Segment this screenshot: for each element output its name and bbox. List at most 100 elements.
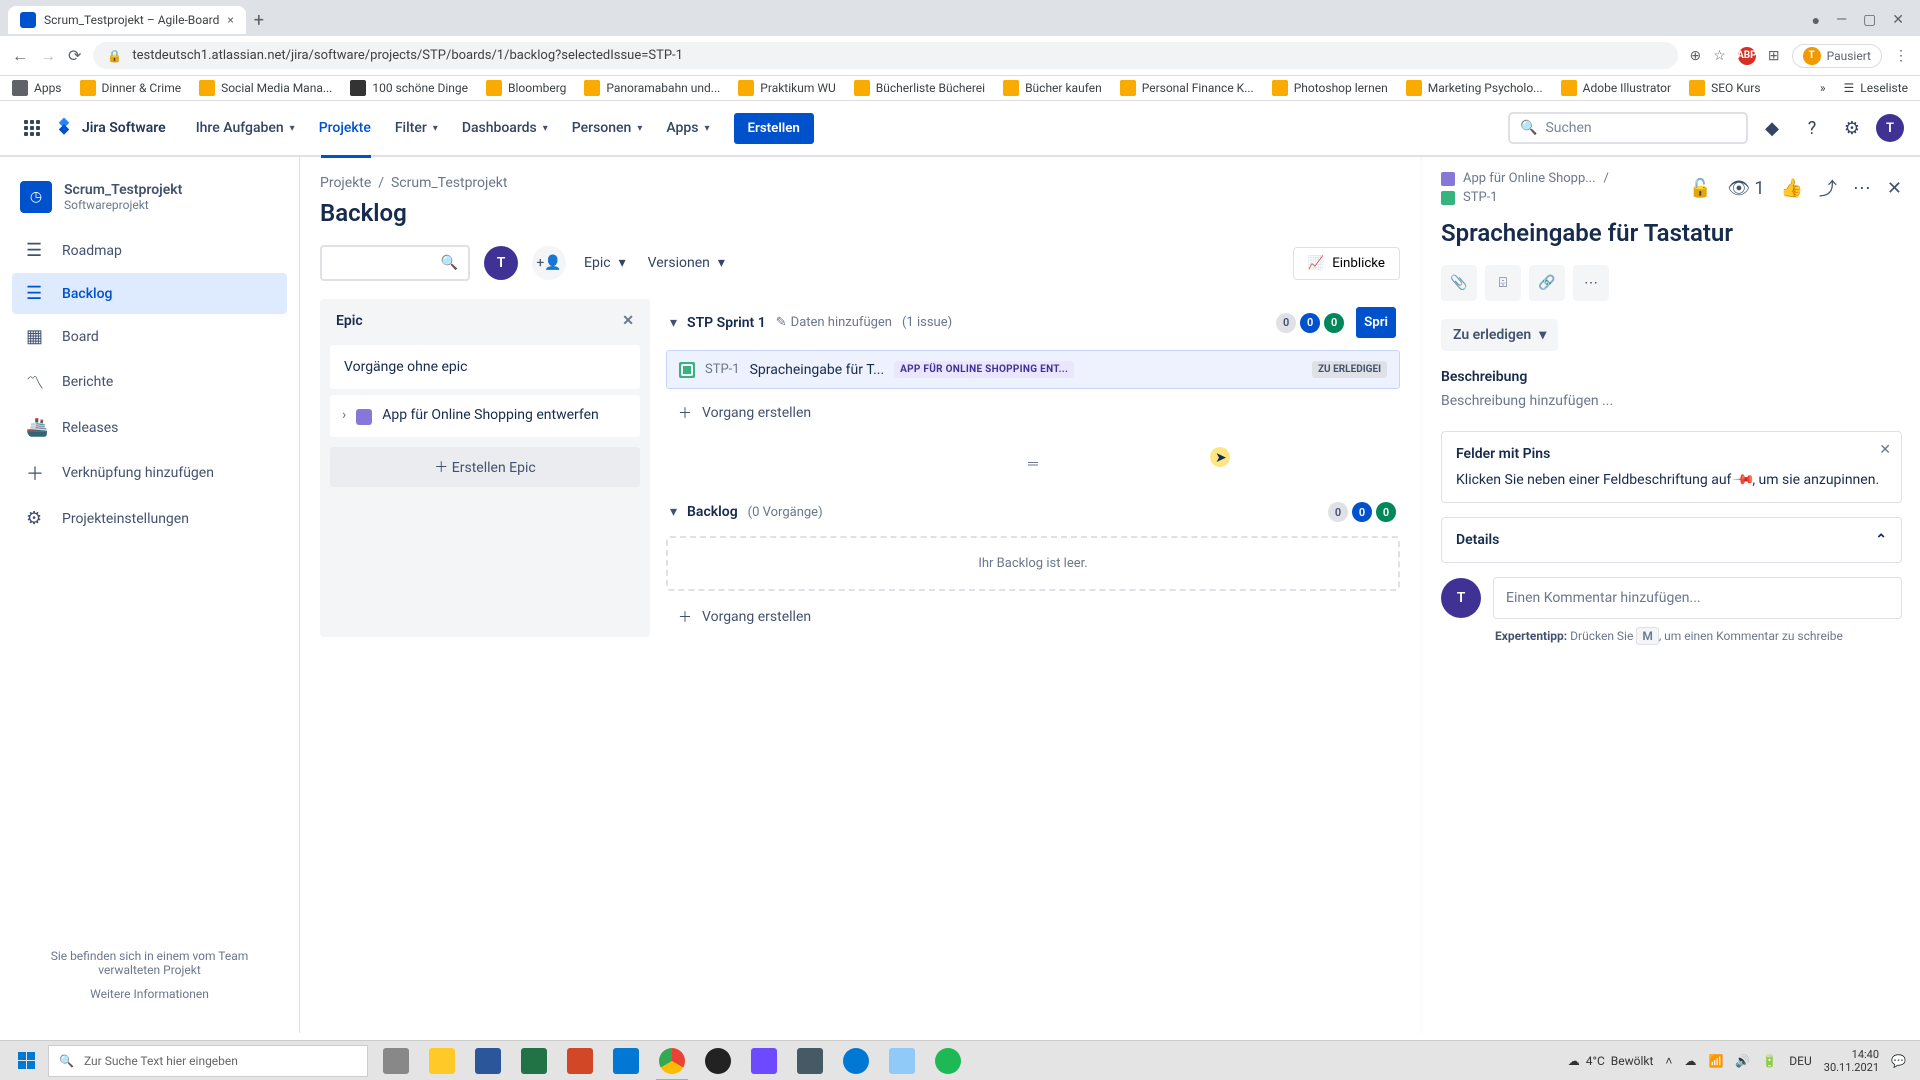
details-accordion[interactable]: Details ⌃: [1441, 517, 1902, 563]
share-icon[interactable]: ⤴: [1819, 175, 1837, 201]
chevron-down-icon[interactable]: ▾: [670, 504, 677, 520]
status-dropdown[interactable]: Zu erledigen▾: [1441, 319, 1558, 351]
tray-onedrive-icon[interactable]: ☁: [1684, 1054, 1696, 1068]
drag-divider-handle[interactable]: ═: [666, 447, 1400, 480]
watch-button[interactable]: 👁1: [1728, 178, 1765, 199]
help-icon[interactable]: ?: [1796, 112, 1828, 144]
tray-wifi-icon[interactable]: 📶: [1708, 1054, 1723, 1068]
edge-icon[interactable]: [834, 1041, 878, 1080]
star-icon[interactable]: ☆: [1713, 48, 1726, 64]
obs-icon[interactable]: [696, 1041, 740, 1080]
url-input[interactable]: 🔒 testdeutsch1.atlassian.net/jira/softwa…: [93, 42, 1677, 69]
lock-icon[interactable]: 🔓: [1689, 178, 1711, 199]
tray-battery-icon[interactable]: 🔋: [1762, 1054, 1777, 1068]
chevron-down-icon[interactable]: ▾: [670, 315, 677, 331]
bookmark-item[interactable]: Marketing Psycholo...: [1406, 80, 1543, 96]
description-input[interactable]: Beschreibung hinzufügen ...: [1441, 393, 1902, 409]
bookmark-item[interactable]: Bloomberg: [486, 80, 566, 96]
bookmark-apps[interactable]: Apps: [12, 80, 62, 96]
account-dot-icon[interactable]: ●: [1812, 12, 1820, 29]
assignee-filter-avatar[interactable]: T: [484, 246, 518, 280]
nav-dashboards[interactable]: Dashboards: [452, 112, 558, 144]
powerpoint-icon[interactable]: [558, 1041, 602, 1080]
attach-button[interactable]: 📎: [1441, 265, 1477, 301]
task-view-icon[interactable]: [374, 1041, 418, 1080]
tray-notifications-icon[interactable]: 💬: [1891, 1054, 1906, 1068]
spotify-icon[interactable]: [926, 1041, 970, 1080]
sidebar-item-settings[interactable]: ⚙Projekteinstellungen: [12, 498, 287, 539]
link-issue-button[interactable]: 🔗: [1529, 265, 1565, 301]
project-header[interactable]: ◷ Scrum_Testprojekt Softwareprojekt: [8, 177, 291, 229]
like-icon[interactable]: 👍: [1780, 178, 1802, 199]
excel-icon[interactable]: [512, 1041, 556, 1080]
more-content-button[interactable]: ⋯: [1573, 265, 1609, 301]
notepad-icon[interactable]: [880, 1041, 924, 1080]
bookmark-overflow[interactable]: »: [1820, 81, 1826, 95]
sidebar-item-board[interactable]: ▦Board: [12, 316, 287, 357]
bookmark-item[interactable]: Adobe Illustrator: [1561, 80, 1671, 96]
epic-link-tag[interactable]: APP FÜR ONLINE SHOPPING ENT...: [894, 361, 1074, 378]
back-icon[interactable]: ←: [12, 46, 28, 66]
extension-abp-icon[interactable]: ABP: [1738, 47, 1756, 65]
nav-filters[interactable]: Filter: [385, 112, 448, 144]
bookmark-item[interactable]: Bücherliste Bücherei: [854, 80, 985, 96]
add-dates-button[interactable]: ✎Daten hinzufügen: [776, 315, 892, 330]
profile-avatar[interactable]: T: [1876, 114, 1904, 142]
nav-projects[interactable]: Projekte: [309, 112, 381, 144]
epic-panel-close-icon[interactable]: ✕: [622, 313, 634, 329]
bookmark-item[interactable]: SEO Kurs: [1689, 80, 1760, 96]
nav-apps[interactable]: Apps: [656, 112, 719, 144]
issues-without-epic[interactable]: Vorgänge ohne epic: [330, 345, 640, 389]
versions-filter-dropdown[interactable]: Versionen▾: [644, 249, 729, 277]
start-sprint-button[interactable]: Spri: [1356, 307, 1396, 338]
bookmark-item[interactable]: Photoshop lernen: [1272, 80, 1388, 96]
kebab-menu-icon[interactable]: ⋮: [1894, 48, 1908, 64]
file-explorer-icon[interactable]: [420, 1041, 464, 1080]
create-issue-backlog[interactable]: ＋ Vorgang erstellen: [666, 597, 1400, 637]
bookmark-item[interactable]: Panoramabahn und...: [584, 80, 720, 96]
zoom-icon[interactable]: ⊕: [1690, 48, 1702, 64]
epic-item[interactable]: › App für Online Shopping entwerfen: [330, 395, 640, 437]
forward-icon[interactable]: →: [40, 46, 56, 66]
create-button[interactable]: Erstellen: [734, 113, 814, 144]
breadcrumb-projects[interactable]: Projekte: [320, 175, 371, 191]
sidebar-item-backlog[interactable]: ☰Backlog: [12, 273, 287, 314]
comment-input[interactable]: Einen Kommentar hinzufügen...: [1493, 577, 1902, 619]
tray-clock[interactable]: 14:40 30.11.2021: [1824, 1048, 1879, 1074]
sidebar-item-releases[interactable]: 🚢Releases: [12, 407, 287, 448]
create-epic-button[interactable]: ＋ Erstellen Epic: [330, 447, 640, 487]
extensions-icon[interactable]: ⊞: [1768, 48, 1780, 64]
reload-icon[interactable]: ⟳: [68, 46, 81, 65]
create-issue-sprint[interactable]: ＋ Vorgang erstellen: [666, 393, 1400, 433]
chrome-icon[interactable]: [650, 1041, 694, 1080]
issue-status-tag[interactable]: ZU ERLEDIGEI: [1312, 361, 1387, 378]
maximize-icon[interactable]: ▢: [1863, 12, 1876, 29]
tab-close-icon[interactable]: ×: [227, 13, 233, 27]
add-child-button[interactable]: ⌹: [1485, 265, 1521, 301]
sidebar-item-reports[interactable]: 〽Berichte: [12, 359, 287, 405]
filter-search-input[interactable]: 🔍: [320, 245, 470, 281]
tray-language[interactable]: DEU: [1789, 1054, 1811, 1068]
browser-tab[interactable]: Scrum_Testprojekt – Agile-Board ×: [8, 6, 246, 34]
detail-issue-key[interactable]: STP-1: [1463, 190, 1498, 205]
app-switcher-icon[interactable]: [16, 112, 48, 144]
breadcrumb-project[interactable]: Scrum_Testprojekt: [391, 175, 508, 191]
more-actions-icon[interactable]: ⋯: [1853, 178, 1871, 199]
sidebar-item-roadmap[interactable]: ☰Roadmap: [12, 230, 287, 271]
sidebar-footer-link[interactable]: Weitere Informationen: [20, 987, 279, 1001]
notifications-icon[interactable]: ◆: [1756, 112, 1788, 144]
nav-your-work[interactable]: Ihre Aufgaben: [186, 112, 305, 144]
weather-widget[interactable]: ☁ 4°C Bewölkt: [1568, 1054, 1654, 1068]
issue-title[interactable]: Spracheingabe für Tastatur: [1441, 219, 1902, 247]
nav-people[interactable]: Personen: [562, 112, 653, 144]
app-icon[interactable]: [742, 1041, 786, 1080]
settings-gear-icon[interactable]: ⚙: [1836, 112, 1868, 144]
bookmark-item[interactable]: Social Media Mana...: [199, 80, 332, 96]
epic-filter-dropdown[interactable]: Epic▾: [580, 249, 630, 277]
taskbar-search-input[interactable]: 🔍Zur Suche Text hier eingeben: [48, 1045, 368, 1077]
close-panel-icon[interactable]: ✕: [1887, 178, 1902, 199]
start-button[interactable]: [4, 1041, 48, 1080]
close-window-icon[interactable]: ✕: [1892, 12, 1904, 29]
sidebar-item-add-link[interactable]: ＋Verknüpfung hinzufügen: [12, 450, 287, 496]
jira-logo[interactable]: Jira Software: [52, 116, 166, 140]
